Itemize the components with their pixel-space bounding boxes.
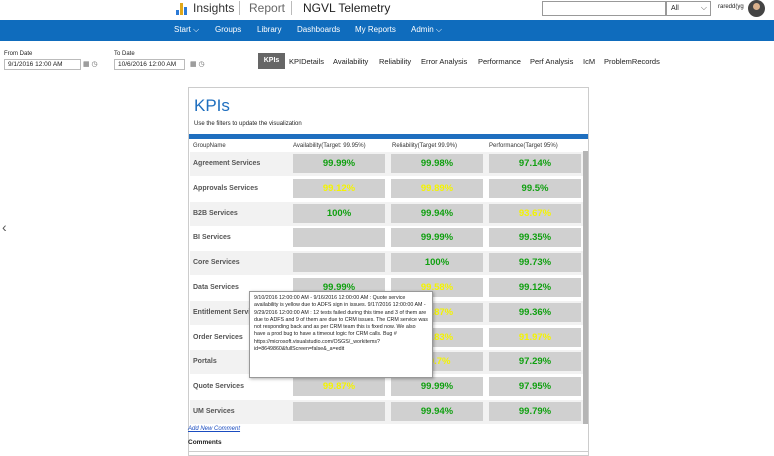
performance-cell[interactable]: 93.67% [489, 203, 581, 223]
tab-problemrecords[interactable]: ProblemRecords [604, 57, 660, 66]
group-name-cell[interactable]: Agreement Services [193, 160, 260, 167]
comments-divider [188, 451, 589, 452]
nav-admin[interactable]: Admin ⌵ [411, 25, 442, 35]
tab-kpis[interactable]: KPIs [258, 53, 285, 69]
kpi-report-panel: KPIs Use the filters to update the visua… [188, 87, 589, 456]
nav-dashboards[interactable]: Dashboards [297, 25, 340, 34]
calendar-clock-icon[interactable]: ▦ ◷ [190, 60, 205, 68]
from-date-input[interactable]: 9/1/2016 12:00 AM [4, 59, 81, 70]
column-header-performance: Performance(Target 95%) [489, 143, 558, 149]
column-header-reliability: Reliability(Target 99.9%) [392, 143, 458, 149]
comments-label: Comments [188, 439, 222, 446]
reliability-cell[interactable]: 99.99% [391, 228, 483, 248]
performance-cell[interactable]: 97.95% [489, 377, 581, 397]
performance-cell[interactable]: 99.79% [489, 402, 581, 421]
group-name-cell[interactable]: Order Services [193, 334, 243, 341]
availability-cell[interactable]: 99.12% [293, 178, 385, 198]
search-input[interactable] [542, 1, 666, 16]
page-title: KPIs [194, 96, 230, 115]
performance-cell[interactable]: 99.35% [489, 228, 581, 248]
column-header-group: GroupName [193, 143, 226, 149]
avatar[interactable] [748, 0, 765, 17]
availability-cell[interactable]: 99.99% [293, 154, 385, 173]
group-name-cell[interactable]: B2B Services [193, 210, 238, 217]
reliability-cell[interactable]: 99.94% [391, 203, 483, 223]
scrollbar[interactable] [583, 151, 588, 424]
search-scope-value: All [671, 5, 679, 12]
availability-cell[interactable] [293, 253, 385, 273]
comment-tooltip: 9/10/2016 12:00:00 AM - 9/16/2016 12:00:… [249, 291, 433, 378]
reliability-cell[interactable]: 99.94% [391, 402, 483, 421]
tab-error-analysis[interactable]: Error Analysis [421, 57, 467, 66]
add-comment-link[interactable]: Add New Comment [188, 426, 240, 432]
reliability-cell[interactable]: 99.99% [391, 377, 483, 397]
column-header-availability: Availability(Target: 99.95%) [293, 143, 366, 149]
performance-cell[interactable]: 99.12% [489, 278, 581, 297]
group-name-cell[interactable]: Quote Services [193, 383, 244, 390]
top-header: Insights Report NGVL Telemetry All ⌵ rar… [0, 0, 774, 20]
search-scope-select[interactable]: All ⌵ [666, 1, 711, 16]
tab-perf-analysis[interactable]: Perf Analysis [530, 57, 573, 66]
title-divider [189, 134, 588, 139]
chevron-left-icon[interactable]: ‹ [2, 219, 7, 235]
to-date-label: To Date [114, 51, 135, 57]
performance-cell[interactable]: 99.73% [489, 253, 581, 273]
performance-cell[interactable]: 97.14% [489, 154, 581, 173]
tab-kpidetails[interactable]: KPIDetails [289, 57, 324, 66]
availability-cell[interactable]: 100% [293, 203, 385, 223]
to-date-input[interactable]: 10/6/2016 12:00 AM [114, 59, 185, 70]
group-name-cell[interactable]: UM Services [193, 408, 235, 415]
tab-reliability[interactable]: Reliability [379, 57, 411, 66]
availability-cell[interactable] [293, 402, 385, 421]
brand-name[interactable]: Insights [193, 1, 234, 15]
tab-icm[interactable]: IcM [583, 57, 595, 66]
from-date-label: From Date [4, 51, 33, 57]
group-name-cell[interactable]: Data Services [193, 284, 239, 291]
performance-cell[interactable]: 97.29% [489, 352, 581, 372]
calendar-clock-icon[interactable]: ▦ ◷ [83, 60, 98, 68]
performance-cell[interactable]: 91.97% [489, 327, 581, 347]
nav-my-reports[interactable]: My Reports [355, 25, 396, 34]
group-name-cell[interactable]: BI Services [193, 234, 231, 241]
nav-groups[interactable]: Groups [215, 25, 241, 34]
reliability-cell[interactable]: 99.98% [391, 154, 483, 173]
availability-cell[interactable] [293, 228, 385, 248]
tab-availability[interactable]: Availability [333, 57, 368, 66]
reliability-cell[interactable]: 99.89% [391, 178, 483, 198]
header-divider [239, 1, 240, 15]
main-nav: Start ⌵ Groups Library Dashboards My Rep… [0, 20, 774, 41]
availability-cell[interactable]: 99.87% [293, 377, 385, 397]
tab-performance[interactable]: Performance [478, 57, 521, 66]
header-divider [291, 1, 292, 15]
group-name-cell[interactable]: Approvals Services [193, 185, 258, 192]
reliability-cell[interactable]: 100% [391, 253, 483, 273]
app-title: NGVL Telemetry [303, 1, 391, 15]
chevron-down-icon: ⌵ [700, 3, 707, 12]
user-name[interactable]: raredd(yg [718, 4, 744, 10]
group-name-cell[interactable]: Core Services [193, 259, 240, 266]
report-label[interactable]: Report [249, 1, 285, 15]
page-subtitle: Use the filters to update the visualizat… [194, 121, 302, 127]
group-name-cell[interactable]: Portals [193, 358, 217, 365]
nav-library[interactable]: Library [257, 25, 281, 34]
performance-cell[interactable]: 99.36% [489, 302, 581, 322]
performance-cell[interactable]: 99.5% [489, 178, 581, 198]
insights-logo-icon [176, 1, 187, 15]
nav-start[interactable]: Start ⌵ [174, 25, 199, 35]
